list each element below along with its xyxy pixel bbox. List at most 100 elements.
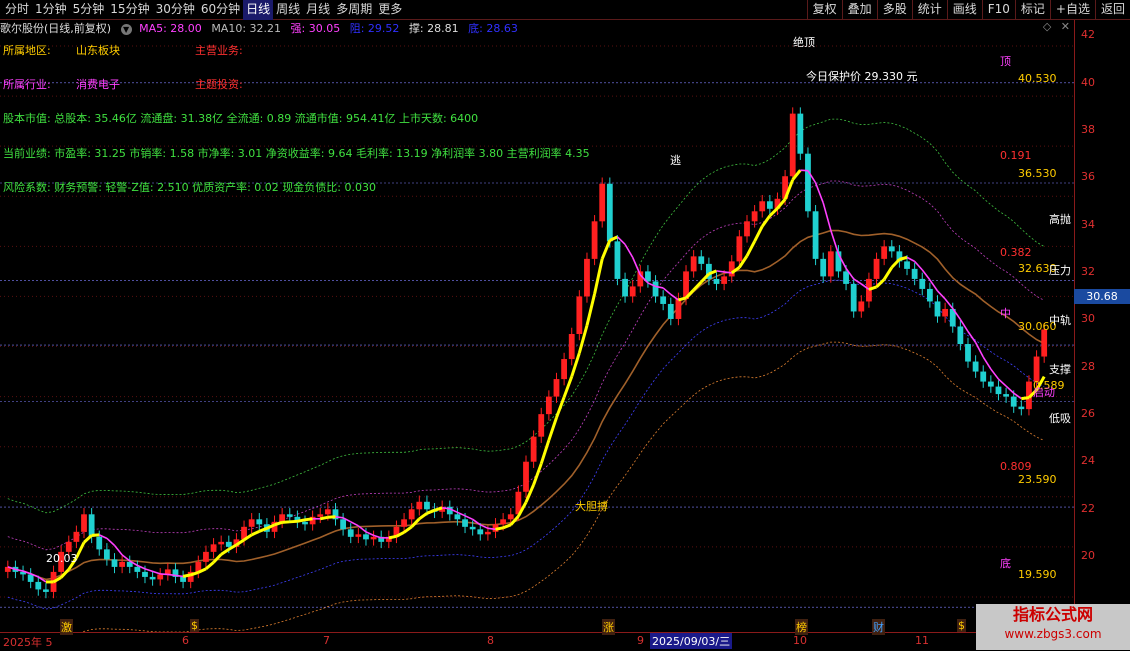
tool-buttons: 复权 叠加 多股 统计 画线 F10 标记 +自选 返回 (806, 0, 1130, 20)
back-button[interactable]: 返回 (1094, 0, 1130, 20)
tab-15min[interactable]: 15分钟 (107, 0, 152, 20)
chevron-down-icon[interactable]: ▼ (120, 24, 132, 35)
event-marker[interactable]: 激 (60, 619, 73, 635)
resist-label: 阻: 29.52 (349, 22, 400, 35)
diamond-icon[interactable]: ◇ (1043, 20, 1051, 33)
add-watchlist-button[interactable]: +自选 (1049, 0, 1095, 20)
candle-body (766, 201, 773, 209)
tab-monthly[interactable]: 月线 (303, 0, 333, 20)
tab-60min[interactable]: 60分钟 (198, 0, 243, 20)
candle-body (286, 514, 293, 517)
low-buy-label: 低吸 (1049, 412, 1071, 425)
y-tick-label: 28 (1081, 360, 1095, 373)
candle-body (347, 529, 354, 537)
escape-label: 逃 (670, 154, 681, 167)
month-label: 8 (487, 634, 494, 647)
candle-body (797, 113, 804, 154)
candle-body (987, 381, 994, 387)
candle-body (759, 201, 766, 212)
tab-1min[interactable]: 1分钟 (32, 0, 70, 20)
tab-daily[interactable]: 日线 (243, 0, 274, 20)
candle-body (675, 298, 682, 319)
ma5-segment (745, 240, 756, 257)
tab-30min[interactable]: 30分钟 (153, 0, 198, 20)
level-19590: 19.590 (1018, 568, 1057, 581)
peak-label: 绝顶 (793, 36, 815, 49)
multi-stock-button[interactable]: 多股 (876, 0, 912, 20)
tab-timeshare[interactable]: 分时 (2, 0, 32, 20)
candle-body (157, 574, 164, 580)
capital-info: 股本市值: 总股本: 35.46亿 流通盘: 31.38亿 全流通: 0.89 … (3, 112, 479, 125)
ma5-segment (997, 378, 1007, 387)
month-label: 10 (793, 634, 807, 647)
candle-body (43, 589, 49, 592)
ma5-segment (388, 534, 397, 540)
ma5-segment (464, 515, 473, 521)
ma5-segment (410, 517, 421, 528)
event-marker[interactable]: 榜 (795, 619, 808, 635)
event-marker[interactable]: $ (190, 619, 199, 632)
candle-body (965, 344, 971, 362)
watermark-url: www.zbgs3.com (1004, 627, 1102, 641)
level-0382: 0.382 (1000, 246, 1032, 259)
event-marker[interactable]: 财 (872, 619, 885, 635)
ma5-segment (882, 266, 894, 281)
candle-body (35, 581, 42, 590)
ma5-segment (890, 258, 901, 269)
candle-body (606, 183, 613, 242)
candle-body (576, 296, 583, 334)
site-watermark: 指标公式网 www.zbgs3.com (976, 604, 1130, 650)
candle-body (218, 541, 225, 545)
y-tick-label: 32 (1081, 265, 1095, 278)
candle-body (926, 288, 933, 302)
candle-body (698, 256, 705, 264)
level-40530: 40.530 (1018, 72, 1057, 85)
ma5-segment (495, 526, 504, 531)
indicator-controls: ◇ ✕ (1037, 20, 1070, 33)
ma5-segment (982, 356, 992, 370)
bottom-label: 底: 28.63 (468, 22, 518, 35)
candle-body (744, 221, 750, 237)
candle-body (934, 301, 941, 317)
close-icon[interactable]: ✕ (1061, 20, 1070, 33)
ma5-segment (593, 258, 604, 295)
mark-button[interactable]: 标记 (1014, 0, 1050, 20)
ma5-segment (350, 521, 359, 527)
adjust-button[interactable]: 复权 (806, 0, 842, 20)
region-value: 山东板块 (76, 44, 120, 57)
ma5-segment (600, 239, 612, 260)
candle-body (995, 386, 1002, 395)
candle-body (850, 283, 857, 312)
ma5-segment (282, 520, 290, 524)
candle-body (462, 519, 468, 527)
ma5-segment (220, 548, 230, 556)
support-band-label: 支撑 (1049, 363, 1071, 376)
tab-5min[interactable]: 5分钟 (70, 0, 108, 20)
event-marker[interactable]: 涨 (602, 619, 615, 635)
protect-price-label: 今日保护价 29.330 元 (806, 70, 918, 83)
event-marker[interactable]: $ (957, 619, 966, 632)
overlay-button[interactable]: 叠加 (841, 0, 877, 20)
candle-body (454, 514, 461, 520)
selected-date: 2025/09/03/三 (650, 633, 733, 649)
ma5-segment (289, 519, 298, 524)
ma5-segment (297, 518, 306, 523)
ma5-segment (403, 525, 413, 534)
period-toolbar: 分时 1分钟 5分钟 15分钟 30分钟 60分钟 日线 周线 月线 多周期 更… (0, 0, 1130, 20)
candle-body (73, 531, 80, 542)
candle-body (820, 258, 827, 277)
ma5-segment (967, 331, 977, 343)
industry-label: 所属行业: (3, 78, 51, 91)
candle-body (370, 536, 377, 540)
statistics-button[interactable]: 统计 (911, 0, 947, 20)
level-36530: 36.530 (1018, 167, 1057, 180)
tab-multi-period[interactable]: 多周期 (333, 0, 375, 20)
candle-body (355, 534, 362, 537)
tab-more[interactable]: 更多 (375, 0, 405, 20)
f10-button[interactable]: F10 (981, 0, 1015, 20)
candle-body (302, 521, 308, 525)
draw-line-button[interactable]: 画线 (946, 0, 982, 20)
tab-weekly[interactable]: 周线 (273, 0, 303, 20)
candle-body (1033, 356, 1040, 382)
ma10-label: MA10: 32.21 (211, 22, 282, 35)
